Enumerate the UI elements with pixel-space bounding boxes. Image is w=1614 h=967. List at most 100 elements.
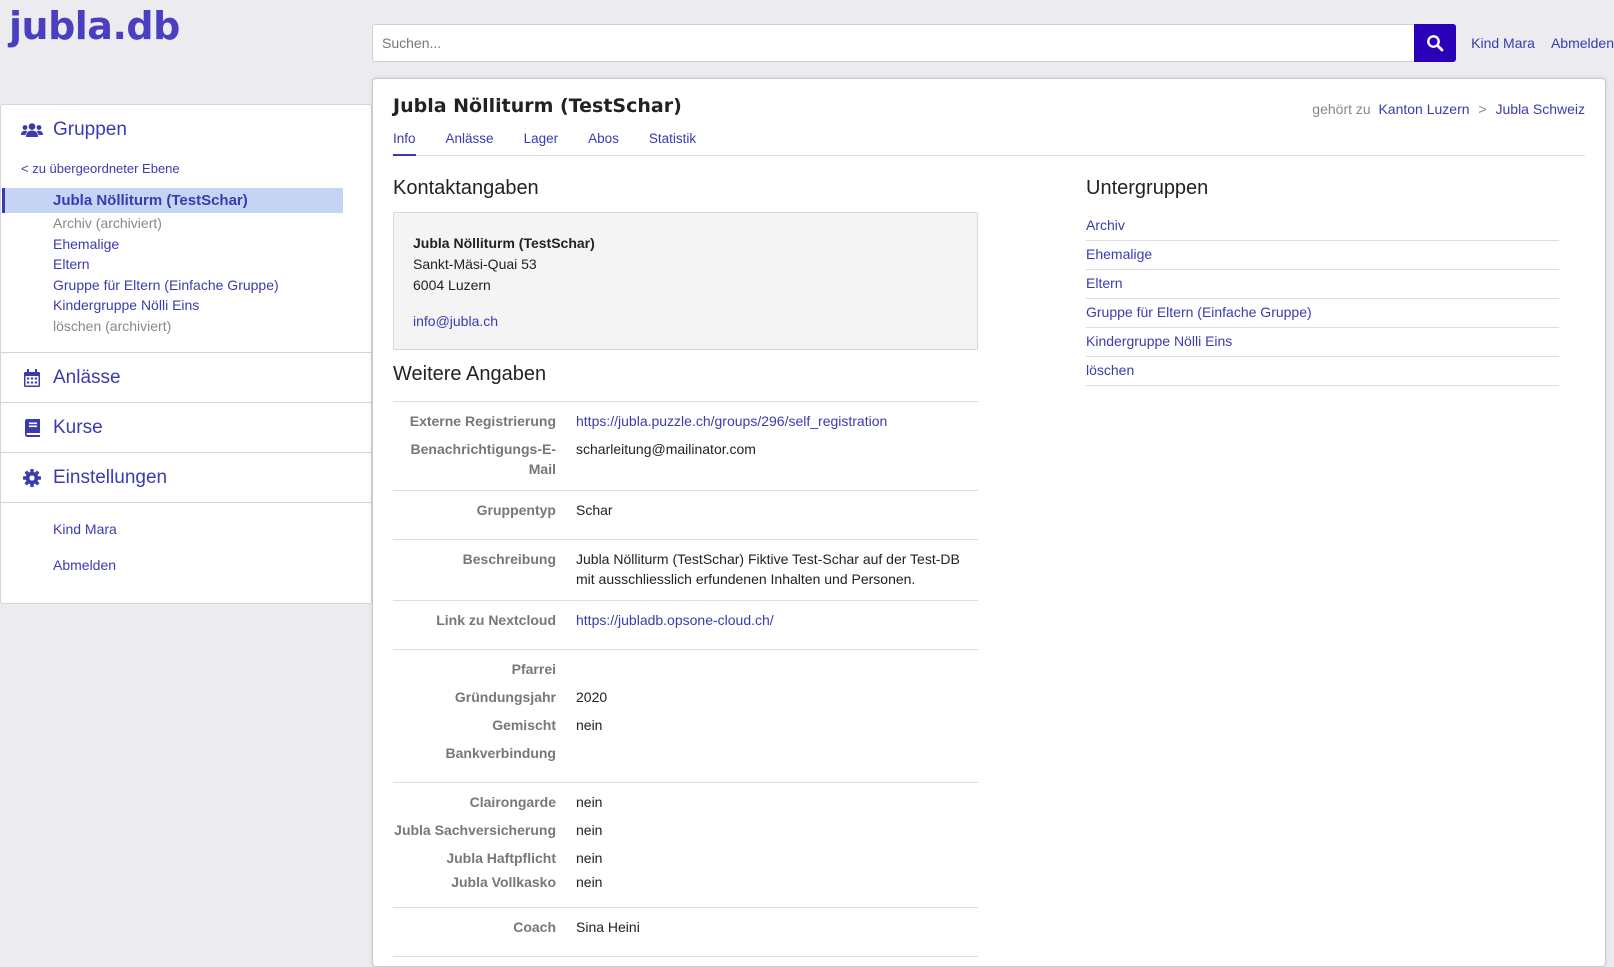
details-group-registration: Externe Registrierung https://jubla.puzz… (393, 402, 978, 491)
page-title: Jubla Nölliturm (TestSchar) (393, 95, 682, 117)
sidebar-item-settings[interactable]: Einstellungen (1, 453, 371, 503)
logout-link[interactable]: Abmelden (1551, 35, 1614, 51)
detail-label: Pfarrei (511, 661, 556, 677)
sidebar-item-events-label: Anlässe (53, 366, 121, 388)
subgroup-link-loeschen[interactable]: löschen (1086, 357, 1559, 386)
main-panel: Jubla Nölliturm (TestSchar) gehört zu Ka… (372, 78, 1606, 967)
detail-row: Clairongarde nein (393, 792, 978, 820)
detail-row: Jubla Vollkasko nein (393, 872, 978, 896)
detail-row: Benachrichtigungs-E-Mail scharleitung@ma… (393, 439, 978, 479)
search-button[interactable] (1414, 24, 1456, 62)
sidebar-groups-section: Gruppen < zu übergeordneter Ebene Jubla … (1, 105, 371, 353)
detail-label: Bankverbindung (445, 745, 556, 761)
sidebar-user-link[interactable]: Kind Mara (1, 521, 371, 557)
breadcrumb-jubla-schweiz[interactable]: Jubla Schweiz (1496, 101, 1586, 117)
sidebar-current-group[interactable]: Jubla Nölliturm (TestSchar) (2, 188, 343, 213)
sidebar-item-events[interactable]: Anlässe (1, 353, 371, 403)
users-icon (20, 118, 44, 142)
detail-label: Coach (513, 919, 556, 935)
sidebar-item-courses[interactable]: Kurse (1, 403, 371, 453)
detail-row: Externe Registrierung https://jubla.puzz… (393, 411, 978, 439)
detail-label: Beschreibung (462, 551, 556, 567)
detail-row: Jubla Sachversicherung nein (393, 820, 978, 848)
detail-label: Gemischt (492, 717, 556, 733)
external-registration-link[interactable]: https://jubla.puzzle.ch/groups/296/self_… (576, 411, 978, 439)
details-group-insurance: Clairongarde nein Jubla Sachversicherung… (393, 783, 978, 908)
detail-row: Gemischt nein (393, 715, 978, 743)
tab-abos[interactable]: Abos (588, 131, 619, 156)
sidebar-subgroup-loeschen[interactable]: löschen (archiviert) (1, 316, 371, 337)
sidebar-footer: Kind Mara Abmelden (1, 503, 371, 593)
sidebar-item-groups[interactable]: Gruppen (1, 105, 371, 155)
subgroups-heading: Untergruppen (1086, 177, 1209, 199)
detail-value: Schar (576, 502, 613, 518)
search-icon (1427, 35, 1444, 52)
detail-value: nein (576, 850, 603, 866)
detail-label: Jubla Vollkasko (451, 874, 556, 890)
detail-row: Pfarrei (393, 659, 978, 687)
search-input[interactable] (372, 24, 1414, 62)
detail-label: Link zu Nextcloud (436, 612, 556, 628)
sidebar-subgroup-kindergruppe[interactable]: Kindergruppe Nölli Eins (1, 295, 371, 316)
sidebar-subgroup-eltern[interactable]: Eltern (1, 254, 371, 275)
tab-anlaesse[interactable]: Anlässe (446, 131, 494, 156)
sidebar-subgroup-ehemalige[interactable]: Ehemalige (1, 234, 371, 255)
detail-value: scharleitung@mailinator.com (576, 441, 756, 457)
contact-street: Sankt-Mäsi-Quai 53 (413, 256, 537, 272)
sidebar-item-groups-label: Gruppen (53, 119, 127, 140)
detail-value: Sina Heini (576, 919, 640, 935)
subgroup-link-kindergruppe[interactable]: Kindergruppe Nölli Eins (1086, 328, 1559, 357)
breadcrumb-label: gehört zu (1312, 101, 1371, 117)
sidebar-item-courses-label: Kurse (53, 416, 103, 438)
calendar-icon (20, 366, 44, 390)
detail-value (576, 743, 978, 771)
detail-value (576, 659, 978, 687)
sidebar-subgroup-gruppe-fuer-eltern[interactable]: Gruppe für Eltern (Einfache Gruppe) (1, 275, 371, 296)
sidebar-subgroup-archiv[interactable]: Archiv (archiviert) (1, 213, 371, 234)
breadcrumb-separator: > (1478, 101, 1487, 117)
sidebar-logout-link[interactable]: Abmelden (1, 557, 371, 593)
details-list: Externe Registrierung https://jubla.puzz… (393, 401, 978, 957)
contact-email-link[interactable]: info@jubla.ch (413, 311, 958, 332)
contact-heading: Kontaktangaben (393, 177, 539, 199)
details-group-type: Gruppentyp Schar (393, 491, 978, 540)
subgroup-link-gruppe-fuer-eltern[interactable]: Gruppe für Eltern (Einfache Gruppe) (1086, 299, 1559, 328)
subgroup-link-eltern[interactable]: Eltern (1086, 270, 1559, 299)
subgroup-link-ehemalige[interactable]: Ehemalige (1086, 241, 1559, 270)
detail-label: Jubla Haftpflicht (446, 850, 556, 866)
detail-label: Externe Registrierung (409, 413, 556, 429)
details-group-description: Beschreibung Jubla Nölliturm (TestSchar)… (393, 540, 978, 601)
detail-row: Gruppentyp Schar (393, 500, 978, 528)
detail-value: nein (576, 822, 603, 838)
details-group-general: Pfarrei Gründungsjahr 2020 Gemischt nein… (393, 650, 978, 783)
detail-label: Benachrichtigungs-E-Mail (410, 441, 556, 477)
contact-city: 6004 Luzern (413, 277, 491, 293)
user-link[interactable]: Kind Mara (1471, 35, 1535, 51)
tab-info[interactable]: Info (393, 131, 416, 156)
details-heading: Weitere Angaben (393, 363, 547, 385)
nextcloud-link[interactable]: https://jubladb.opsone-cloud.ch/ (576, 610, 978, 638)
detail-label: Clairongarde (469, 794, 556, 810)
parent-level-link[interactable]: < zu übergeordneter Ebene (1, 155, 371, 176)
details-group-nextcloud: Link zu Nextcloud https://jubladb.opsone… (393, 601, 978, 650)
tab-statistik[interactable]: Statistik (649, 131, 696, 156)
book-icon (20, 416, 44, 440)
detail-value: nein (576, 794, 603, 810)
detail-label: Jubla Sachversicherung (394, 822, 556, 838)
gear-icon (20, 466, 44, 490)
detail-value: nein (576, 717, 603, 733)
tab-lager[interactable]: Lager (524, 131, 559, 156)
contact-name: Jubla Nölliturm (TestSchar) (413, 235, 595, 251)
top-navigation: Kind Mara Abmelden (1471, 35, 1614, 51)
detail-row: Gründungsjahr 2020 (393, 687, 978, 715)
detail-row: Coach Sina Heini (393, 917, 978, 945)
sidebar: Gruppen < zu übergeordneter Ebene Jubla … (0, 104, 372, 604)
detail-label: Gruppentyp (476, 502, 556, 518)
details-group-coach: Coach Sina Heini (393, 908, 978, 957)
contact-card: Jubla Nölliturm (TestSchar) Sankt-Mäsi-Q… (393, 212, 978, 350)
app-logo[interactable]: jubla.db (9, 4, 180, 48)
detail-row: Link zu Nextcloud https://jubladb.opsone… (393, 610, 978, 638)
detail-value: 2020 (576, 689, 608, 705)
subgroup-link-archiv[interactable]: Archiv (1086, 212, 1559, 241)
breadcrumb-kanton-luzern[interactable]: Kanton Luzern (1378, 101, 1469, 117)
